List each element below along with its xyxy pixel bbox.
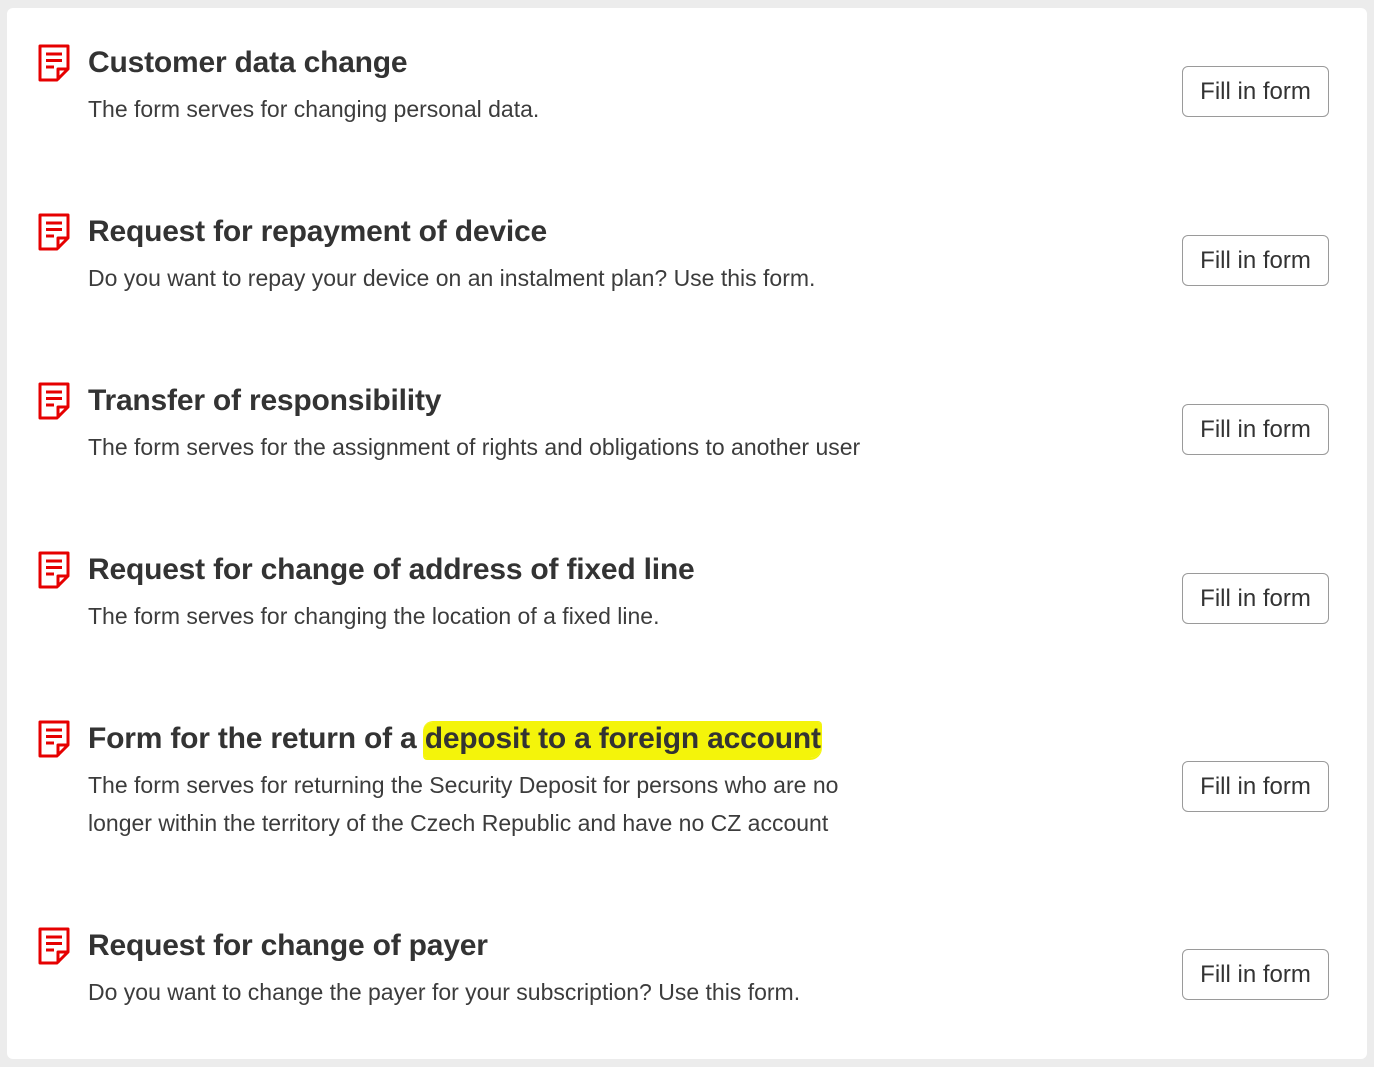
fill-in-form-button[interactable]: Fill in form xyxy=(1182,949,1329,1000)
fill-in-form-button[interactable]: Fill in form xyxy=(1182,66,1329,117)
document-form-icon xyxy=(38,927,70,965)
fill-in-form-button[interactable]: Fill in form xyxy=(1182,573,1329,624)
document-form-icon xyxy=(38,213,70,251)
form-title: Form for the return of a deposit to a fo… xyxy=(88,720,822,758)
forms-list-panel: Customer data change The form serves for… xyxy=(7,8,1367,1059)
form-description: The form serves for changing the locatio… xyxy=(88,603,660,629)
highlighted-title-text: deposit to a foreign account xyxy=(422,722,822,758)
document-form-icon xyxy=(38,382,70,420)
document-form-icon xyxy=(38,720,70,758)
form-description: The form serves for changing personal da… xyxy=(88,96,540,122)
form-description: Do you want to repay your device on an i… xyxy=(88,265,816,291)
form-description: The form serves for the assignment of ri… xyxy=(88,434,861,460)
form-title: Transfer of responsibility xyxy=(88,384,442,417)
form-description: The form serves for returning the Securi… xyxy=(88,772,839,836)
form-description: Do you want to change the payer for your… xyxy=(88,979,801,1005)
document-form-icon xyxy=(38,551,70,589)
fill-in-form-button[interactable]: Fill in form xyxy=(1182,761,1329,812)
form-title: Request for change of payer xyxy=(88,929,488,962)
form-title: Request for change of address of fixed l… xyxy=(88,553,695,586)
form-title: Request for repayment of device xyxy=(88,215,547,248)
fill-in-form-button[interactable]: Fill in form xyxy=(1182,235,1329,286)
fill-in-form-button[interactable]: Fill in form xyxy=(1182,404,1329,455)
document-form-icon xyxy=(38,44,70,82)
form-title-text: Form for the return of a xyxy=(88,722,425,755)
form-title: Customer data change xyxy=(88,46,408,79)
